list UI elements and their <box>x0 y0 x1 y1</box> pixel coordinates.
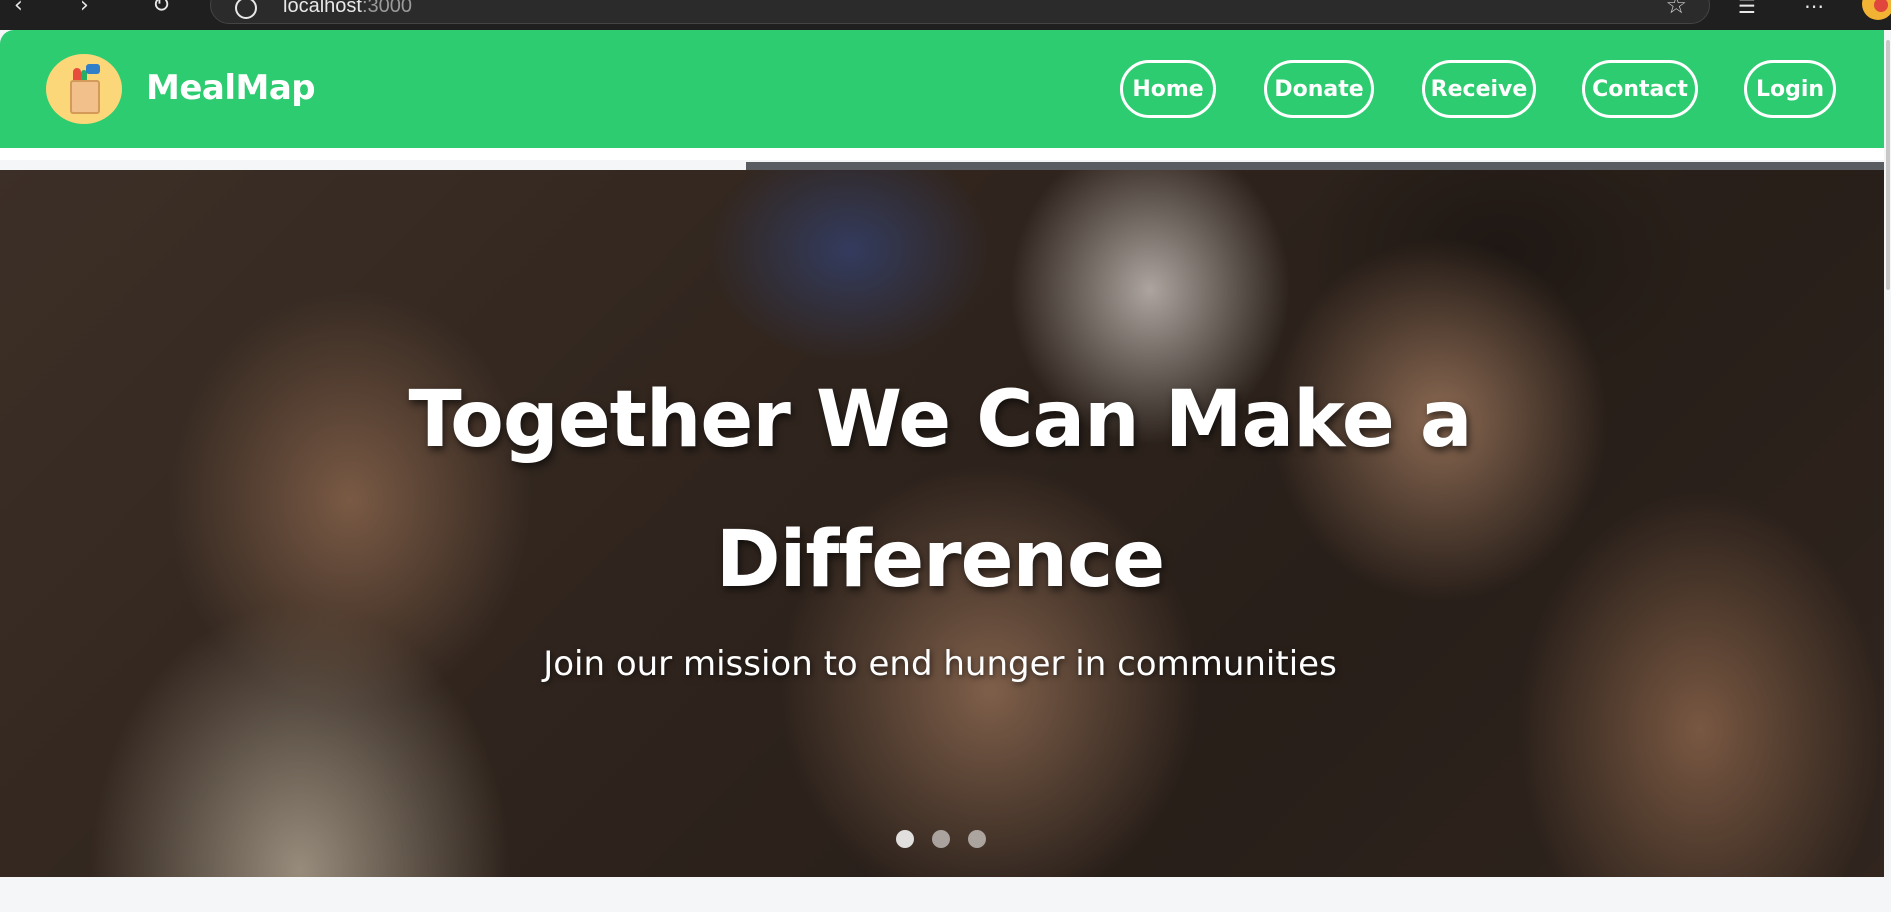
hero-title: Together We Can Make a Difference <box>408 375 1472 605</box>
refresh-icon[interactable]: ↻ <box>152 0 170 17</box>
forward-arrow-icon[interactable]: › <box>80 0 89 17</box>
hero-subtitle: Join our mission to end hunger in commun… <box>543 644 1337 684</box>
scrollbar-thumb[interactable] <box>1886 40 1890 290</box>
carousel-dot-3[interactable] <box>968 830 986 848</box>
address-bar[interactable]: localhost:3000 ☆ <box>210 0 1710 24</box>
carousel-dot-1[interactable] <box>896 830 914 848</box>
hero-carousel: Together We Can Make a Difference Join o… <box>0 170 1884 877</box>
grocery-bag-icon[interactable] <box>46 54 122 124</box>
profile-avatar[interactable] <box>1862 0 1891 20</box>
nav-contact-button[interactable]: Contact <box>1582 60 1698 118</box>
page-content-start <box>0 877 1884 912</box>
carousel-dot-2[interactable] <box>932 830 950 848</box>
nav-login-button[interactable]: Login <box>1744 60 1836 118</box>
address-url[interactable]: localhost:3000 <box>283 0 412 18</box>
carousel-indicators <box>896 830 986 848</box>
site-info-icon[interactable] <box>235 0 257 19</box>
browser-toolbar: ‹ › ↻ localhost:3000 ☆ ☰ ⋯ <box>0 0 1891 30</box>
nav-home-button[interactable]: Home <box>1120 60 1216 118</box>
back-arrow-icon[interactable]: ‹ <box>14 0 23 17</box>
nav-receive-button[interactable]: Receive <box>1422 60 1536 118</box>
site-navbar: MealMap Home Donate Receive Contact Logi… <box>0 30 1884 148</box>
loading-bar <box>746 162 1884 170</box>
nav-donate-button[interactable]: Donate <box>1264 60 1374 118</box>
brand-name[interactable]: MealMap <box>146 68 316 108</box>
bookmark-star-icon[interactable]: ☆ <box>1665 0 1687 19</box>
favorites-icon[interactable]: ☰ <box>1738 0 1756 18</box>
navbar-divider <box>0 148 1884 160</box>
page-scrollbar[interactable] <box>1884 30 1891 912</box>
more-menu-icon[interactable]: ⋯ <box>1804 0 1824 18</box>
